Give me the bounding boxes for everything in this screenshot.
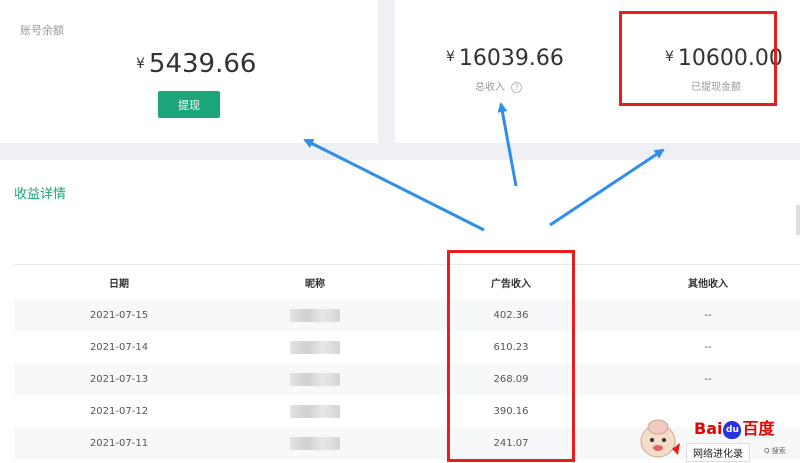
column-header-other-income: 其他收入 xyxy=(688,278,728,290)
balance-value: 5439.66 xyxy=(148,49,257,79)
cell-nickname xyxy=(224,404,406,418)
withdraw-button[interactable]: 提现 xyxy=(158,91,220,118)
cell-nickname xyxy=(224,372,406,386)
withdrawn-amount: ¥10600.00 xyxy=(665,46,783,71)
table-row: 2021-07-15 402.36 -- xyxy=(14,299,800,331)
table-header: 日期 昵称 广告收入 其他收入 xyxy=(14,265,800,299)
table-row: 2021-07-14 610.23 -- xyxy=(14,331,800,363)
cell-date: 2021-07-15 xyxy=(89,309,149,321)
cell-nickname xyxy=(224,308,406,322)
cell-ad-income: 241.07 xyxy=(493,437,529,449)
currency-symbol: ¥ xyxy=(136,56,145,72)
scrollbar-handle[interactable] xyxy=(796,205,800,235)
table-row: 2021-07-13 268.09 -- xyxy=(14,363,800,395)
currency-symbol: ¥ xyxy=(665,49,674,65)
cell-date: 2021-07-12 xyxy=(89,405,149,417)
cell-date: 2021-07-13 xyxy=(89,373,149,385)
cell-date: 2021-07-14 xyxy=(89,341,149,353)
income-card: ¥16039.66 总收入? ¥10600.00 已提现金额 xyxy=(395,0,800,143)
cell-other-income: -- xyxy=(704,309,712,321)
total-income-text: 总收入 xyxy=(475,82,505,93)
blurred-nickname xyxy=(290,404,340,418)
earnings-title: 收益详情 xyxy=(14,187,67,202)
withdrawn-value: 10600.00 xyxy=(677,46,783,71)
total-income-amount: ¥16039.66 xyxy=(446,46,564,71)
withdrawn-label: 已提现金额 xyxy=(691,82,741,93)
paw-icon: du xyxy=(723,421,742,439)
cell-date: 2021-07-11 xyxy=(89,437,149,449)
blurred-nickname xyxy=(290,372,340,386)
help-icon[interactable]: ? xyxy=(511,81,522,93)
balance-card: 账号余额 ¥5439.66 提现 xyxy=(0,0,378,143)
balance-amount: ¥5439.66 xyxy=(136,49,256,79)
column-header-date: 日期 xyxy=(109,278,129,290)
column-header-ad-income: 广告收入 xyxy=(491,278,531,290)
total-income-label: 总收入? xyxy=(475,78,522,93)
page: 账号余额 ¥5439.66 提现 ¥16039.66 总收入? ¥10600.0… xyxy=(0,0,800,463)
baidu-logo: Bai du 百度 xyxy=(694,419,775,439)
cell-ad-income: 610.23 xyxy=(493,341,529,353)
total-income-value: 16039.66 xyxy=(458,46,564,71)
watermark-account-name: 网络进化录 xyxy=(686,443,750,462)
cell-other-income: -- xyxy=(704,341,712,353)
watermark-search: Q 搜索 xyxy=(764,447,786,455)
cell-nickname xyxy=(224,340,406,354)
cell-nickname xyxy=(224,436,406,450)
blurred-nickname xyxy=(290,436,340,450)
cell-other-income: -- xyxy=(704,373,712,385)
watermark: Bai du 百度 网络进化录 Q 搜索 xyxy=(636,413,800,463)
cell-ad-income: 402.36 xyxy=(493,309,529,321)
cell-ad-income: 390.16 xyxy=(493,405,529,417)
mascot-icon xyxy=(640,419,680,458)
column-header-nickname: 昵称 xyxy=(305,278,325,290)
cell-ad-income: 268.09 xyxy=(493,373,529,385)
blurred-nickname xyxy=(290,340,340,354)
blurred-nickname xyxy=(290,308,340,322)
currency-symbol: ¥ xyxy=(446,49,455,65)
balance-label: 账号余额 xyxy=(20,24,64,37)
